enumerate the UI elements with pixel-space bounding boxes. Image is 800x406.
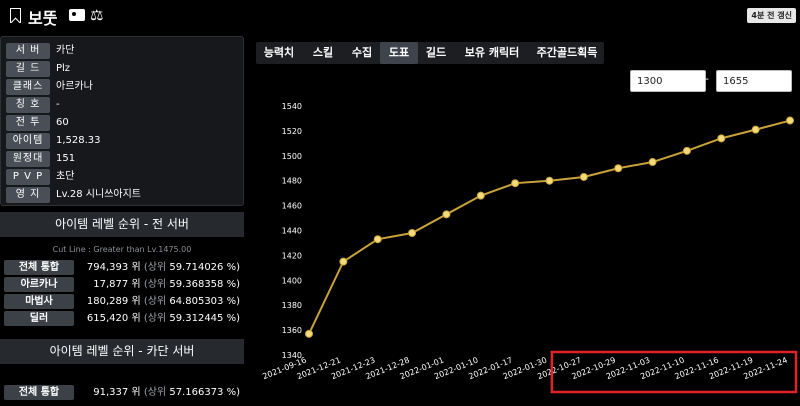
data-point[interactable] — [476, 191, 485, 200]
data-point[interactable] — [682, 146, 691, 155]
profile-label: 전 투 — [6, 115, 50, 131]
range-max-input[interactable] — [716, 70, 792, 92]
ranking-row: 전체 통합 794,393 위 (상위 59.714026 %) — [4, 260, 244, 276]
ranking-label: 아르카나 — [4, 277, 74, 292]
tab-weekly-gold[interactable]: 주간골드획득 — [530, 42, 604, 64]
tab-guild[interactable]: 길드 — [419, 42, 453, 64]
data-points — [305, 116, 794, 338]
y-tick-label: 1360 — [282, 326, 302, 335]
data-point[interactable] — [786, 116, 794, 125]
character-name: 보뚯 — [28, 9, 58, 28]
ranking-label: 딜러 — [4, 311, 74, 326]
tab-skills[interactable]: 스킬 — [304, 42, 342, 64]
y-tick-label: 1400 — [282, 276, 302, 285]
tab-bar: 능력치 스킬 수집 도표 길드 보유 캐릭터 주간골드획득 — [256, 42, 604, 64]
scale-icon[interactable]: ⚖ — [90, 6, 103, 24]
profile-value: 초단 — [56, 171, 75, 182]
profile-label: 칭 호 — [6, 97, 50, 113]
data-point[interactable] — [442, 210, 451, 219]
ranking-value: 794,393 위 (상위 59.714026 %) — [86, 262, 240, 273]
tab-collection[interactable]: 수집 — [344, 42, 380, 64]
tab-characters[interactable]: 보유 캐릭터 — [455, 42, 529, 64]
ranking-all-title: 아이템 레벨 순위 - 전 서버 — [0, 212, 244, 237]
y-tick-label: 1540 — [282, 102, 302, 111]
range-separator: - — [705, 72, 709, 85]
ranking-label: 전체 통합 — [4, 385, 74, 400]
ranking-value: 180,289 위 (상위 64.805303 %) — [86, 296, 240, 307]
data-point[interactable] — [511, 179, 520, 188]
data-point[interactable] — [408, 228, 417, 237]
profile-label: 영 지 — [6, 187, 50, 203]
x-axis: 2021-09-162021-12-212021-12-232021-12-28… — [261, 356, 788, 382]
profile-label: 길 드 — [6, 61, 50, 77]
ranking-value: 17,877 위 (상위 59.368358 %) — [93, 279, 240, 290]
data-point[interactable] — [579, 172, 588, 181]
tab-chart[interactable]: 도표 — [380, 42, 418, 64]
tab-stats[interactable]: 능력치 — [256, 42, 302, 64]
header: 보뚯 ⚖ 4분 전 갱신 — [0, 0, 800, 32]
profile-label: 아이템 — [6, 133, 50, 149]
data-point[interactable] — [305, 329, 313, 338]
data-point[interactable] — [339, 257, 348, 266]
id-card-icon[interactable] — [69, 9, 85, 21]
profile-label: P V P — [6, 169, 50, 185]
profile-value: 카단 — [56, 45, 75, 56]
ranking-value: 91,337 위 (상위 57.166373 %) — [93, 387, 240, 398]
ranking-row: 전체 통합 91,337 위 (상위 57.166373 %) — [4, 385, 244, 401]
y-tick-label: 1420 — [282, 251, 302, 260]
profile-value: 아르카나 — [56, 81, 93, 92]
y-tick-label: 1520 — [282, 127, 302, 136]
ranking-row: 아르카나 17,877 위 (상위 59.368358 %) — [4, 277, 244, 293]
item-level-series-line — [308, 119, 791, 335]
ranking-label: 전체 통합 — [4, 260, 74, 275]
ranking-label: 마법사 — [4, 294, 74, 309]
data-point[interactable] — [545, 176, 554, 185]
ranking-row: 마법사 180,289 위 (상위 64.805303 %) — [4, 294, 244, 310]
y-tick-label: 1380 — [282, 301, 302, 310]
profile-value: Plz — [56, 63, 71, 74]
ranking-value: 615,420 위 (상위 59.312445 %) — [86, 313, 240, 324]
item-level-line-chart: 1340136013801400142014401460148015001520… — [261, 102, 798, 394]
y-axis: 1340136013801400142014401460148015001520… — [282, 102, 302, 360]
bookmark-icon[interactable] — [10, 8, 21, 23]
data-point[interactable] — [373, 235, 382, 244]
range-min-input[interactable] — [630, 70, 706, 92]
cutline-text: Cut Line : Greater than Lv.1475.00 — [52, 245, 192, 254]
data-point[interactable] — [614, 164, 623, 173]
ranking-row: 딜러 615,420 위 (상위 59.312445 %) — [4, 311, 244, 327]
ranking-server-title: 아이템 레벨 순위 - 카단 서버 — [0, 339, 244, 364]
profile-label: 서 버 — [6, 43, 50, 59]
data-point[interactable] — [751, 125, 760, 134]
profile-panel: 서 버 카단 길 드 Plz 클래스 아르카나 칭 호 - 전 투 60 아이템… — [0, 36, 244, 206]
profile-label: 원정대 — [6, 151, 50, 167]
profile-value: 151 — [56, 153, 76, 164]
y-tick-label: 1460 — [282, 202, 302, 211]
profile-value: - — [56, 99, 60, 110]
y-tick-label: 1500 — [282, 152, 302, 161]
y-tick-label: 1480 — [282, 177, 302, 186]
profile-value: 60 — [56, 117, 69, 128]
refresh-badge[interactable]: 4분 전 갱신 — [747, 8, 796, 23]
profile-value: 1,528.33 — [56, 135, 101, 146]
data-point[interactable] — [648, 158, 657, 167]
y-tick-label: 1440 — [282, 227, 302, 236]
profile-label: 클래스 — [6, 79, 50, 95]
profile-value: Lv.28 시니쓰아지트 — [56, 189, 141, 200]
data-point[interactable] — [717, 134, 726, 143]
